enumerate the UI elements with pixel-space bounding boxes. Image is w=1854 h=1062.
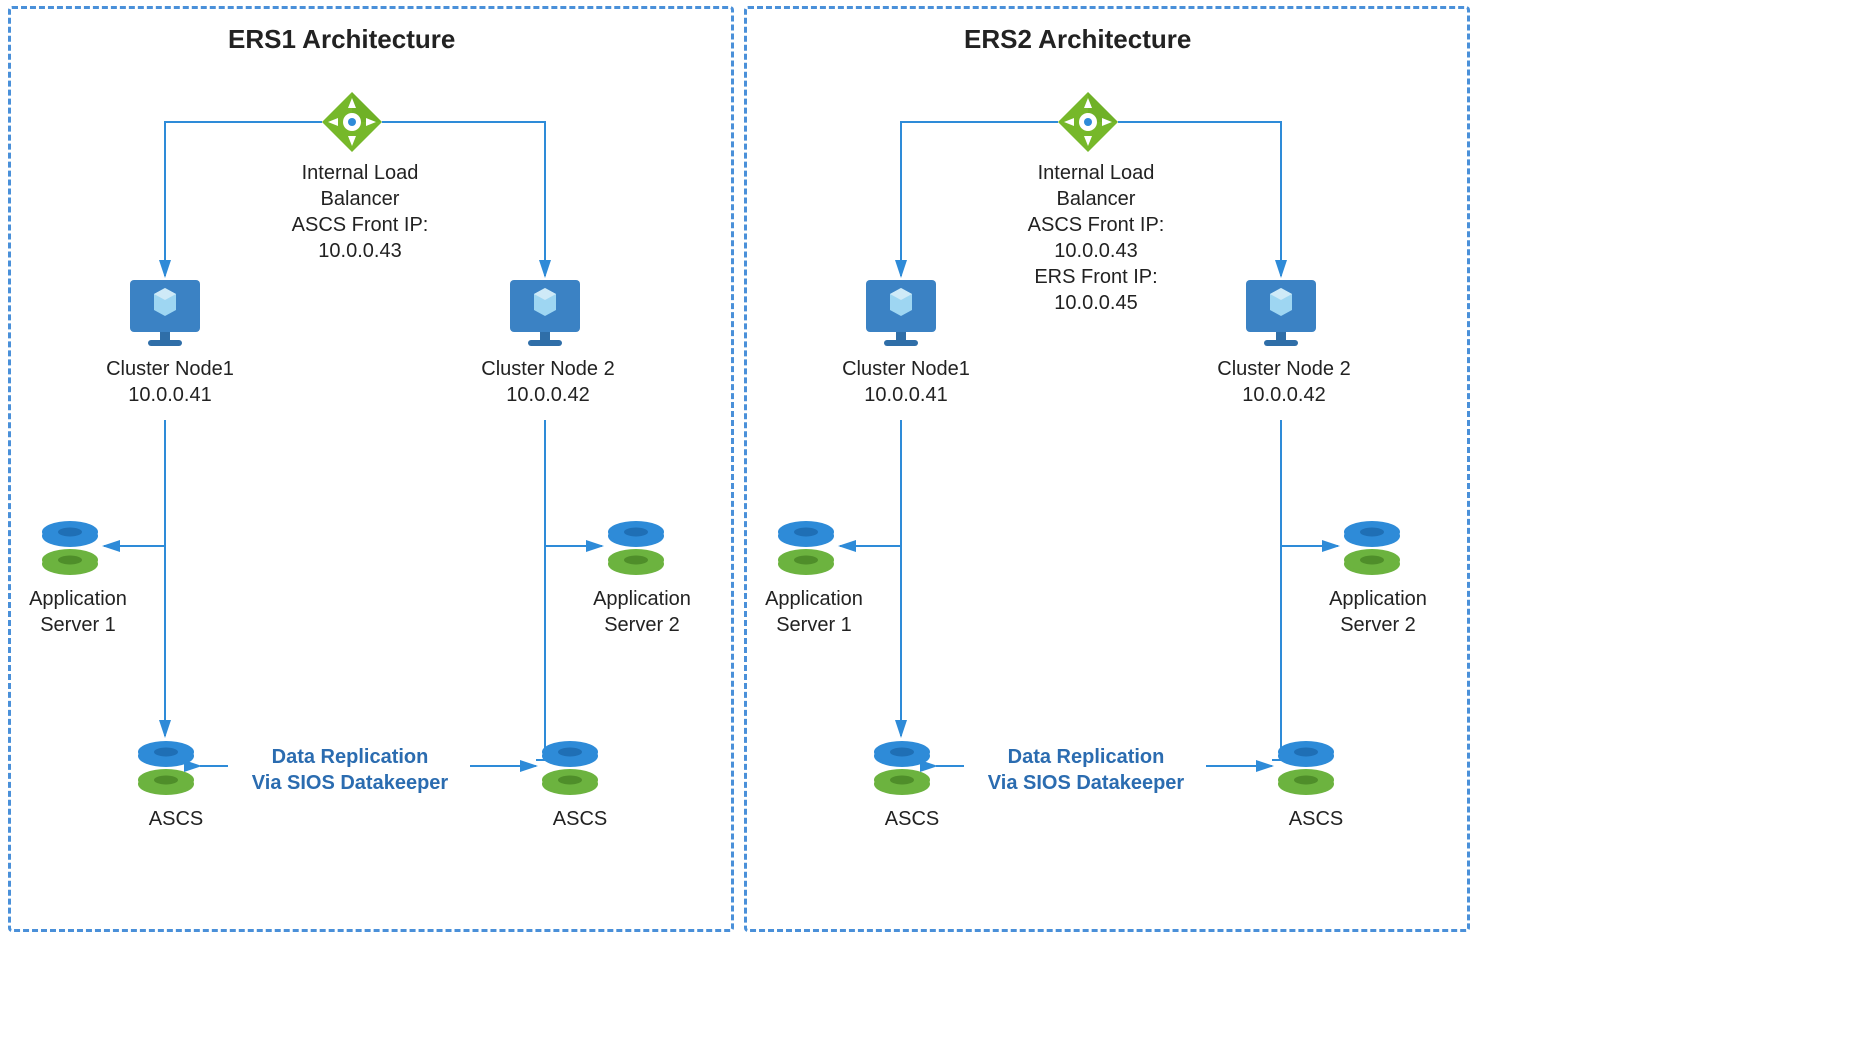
text: Application bbox=[593, 588, 691, 610]
disc-icon bbox=[138, 741, 194, 795]
text: Application bbox=[29, 588, 127, 610]
text: 10.0.0.45 bbox=[1054, 292, 1137, 314]
node1-label: Cluster Node1 10.0.0.41 bbox=[90, 356, 250, 408]
text: 10.0.0.41 bbox=[128, 384, 211, 406]
lb-label: Internal Load Balancer ASCS Front IP: 10… bbox=[1016, 160, 1176, 316]
node2-label: Cluster Node 2 10.0.0.42 bbox=[468, 356, 628, 408]
text: Server 2 bbox=[604, 614, 680, 636]
ers2-title: ERS2 Architecture bbox=[964, 24, 1191, 55]
node2-label: Cluster Node 2 10.0.0.42 bbox=[1204, 356, 1364, 408]
text: Data Replication bbox=[1008, 746, 1165, 768]
text: Via SIOS Datakeeper bbox=[988, 772, 1184, 794]
text: 10.0.0.41 bbox=[864, 384, 947, 406]
text: Server 2 bbox=[1340, 614, 1416, 636]
text: ERS Front IP: bbox=[1034, 266, 1157, 288]
lb-label: Internal Load Balancer ASCS Front IP: 10… bbox=[280, 160, 440, 264]
vm-icon bbox=[510, 280, 580, 346]
app2-label: Application Server 2 bbox=[582, 586, 702, 638]
load-balancer-icon bbox=[322, 92, 382, 152]
text: Cluster Node1 bbox=[842, 358, 970, 380]
replication-label: Data Replication Via SIOS Datakeeper bbox=[232, 744, 468, 796]
text: Via SIOS Datakeeper bbox=[252, 772, 448, 794]
text: Internal Load bbox=[1038, 162, 1155, 184]
app1-label: Application Server 1 bbox=[754, 586, 874, 638]
ascs1-label: ASCS bbox=[136, 806, 216, 832]
text: 10.0.0.42 bbox=[1242, 384, 1325, 406]
ascs2-label: ASCS bbox=[1276, 806, 1356, 832]
text: Cluster Node 2 bbox=[1217, 358, 1350, 380]
ascs1-label: ASCS bbox=[872, 806, 952, 832]
text: ASCS Front IP: bbox=[292, 214, 429, 236]
text: Cluster Node1 bbox=[106, 358, 234, 380]
text: Internal Load bbox=[302, 162, 419, 184]
text: Server 1 bbox=[40, 614, 116, 636]
text: 10.0.0.43 bbox=[1054, 240, 1137, 262]
text: 10.0.0.42 bbox=[506, 384, 589, 406]
text: 10.0.0.43 bbox=[318, 240, 401, 262]
vm-icon bbox=[130, 280, 200, 346]
text: Balancer bbox=[321, 188, 400, 210]
disc-icon bbox=[608, 521, 664, 575]
text: Application bbox=[1329, 588, 1427, 610]
ascs2-label: ASCS bbox=[540, 806, 620, 832]
replication-label: Data Replication Via SIOS Datakeeper bbox=[968, 744, 1204, 796]
text: Balancer bbox=[1057, 188, 1136, 210]
text: ASCS Front IP: bbox=[1028, 214, 1165, 236]
text: Cluster Node 2 bbox=[481, 358, 614, 380]
text: Data Replication bbox=[272, 746, 429, 768]
text: Server 1 bbox=[776, 614, 852, 636]
disc-icon bbox=[542, 741, 598, 795]
disc-icon bbox=[42, 521, 98, 575]
app2-label: Application Server 2 bbox=[1318, 586, 1438, 638]
diagram-canvas: ERS1 Architecture bbox=[0, 0, 1854, 1062]
text: Application bbox=[765, 588, 863, 610]
node1-label: Cluster Node1 10.0.0.41 bbox=[826, 356, 986, 408]
app1-label: Application Server 1 bbox=[18, 586, 138, 638]
